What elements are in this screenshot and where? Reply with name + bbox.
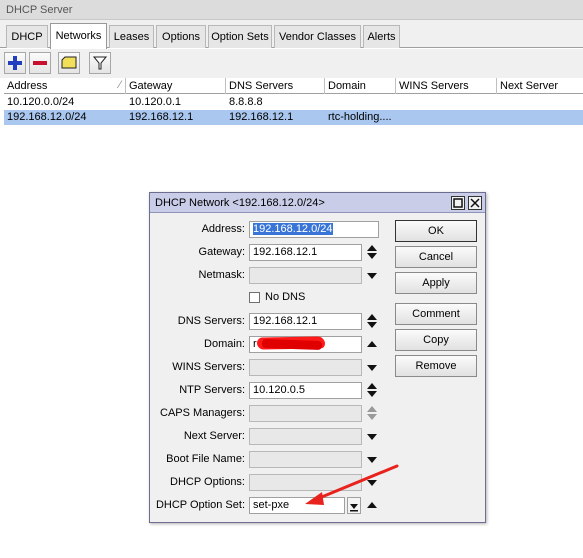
column-header-address[interactable]: Address ⁄: [4, 78, 126, 94]
dns-servers-updown-icon[interactable]: [366, 313, 378, 330]
address-label: Address:: [201, 223, 245, 235]
cancel-button[interactable]: Cancel: [395, 246, 477, 268]
ntp-servers-updown-icon[interactable]: [366, 382, 378, 399]
tab-option-sets[interactable]: Option Sets: [208, 25, 272, 48]
column-header-domain[interactable]: Domain: [325, 78, 396, 94]
add-button[interactable]: [4, 52, 26, 74]
dialog-title: DHCP Network <192.168.12.0/24>: [150, 193, 485, 213]
table-header: Address ⁄ Gateway DNS Servers Domain WINS…: [4, 78, 583, 94]
tab-leases[interactable]: Leases: [109, 25, 154, 48]
apply-button[interactable]: Apply: [395, 272, 477, 294]
comment-button[interactable]: Comment: [395, 303, 477, 325]
comment-button[interactable]: [58, 52, 80, 74]
column-header-next-server[interactable]: Next Server: [497, 78, 583, 94]
next-server-label: Next Server:: [183, 430, 245, 442]
toolbar: [0, 49, 583, 78]
dhcp-option-set-label: DHCP Option Set:: [155, 499, 245, 511]
copy-button[interactable]: Copy: [395, 329, 477, 351]
table-row-selected[interactable]: 192.168.12.0/24 192.168.12.1 192.168.12.…: [4, 110, 583, 125]
table-row[interactable]: 10.120.0.0/24 10.120.0.1 8.8.8.8: [4, 95, 583, 110]
no-dns-checkbox[interactable]: [249, 292, 260, 303]
sort-indicator-icon: ⁄: [119, 79, 121, 91]
filter-button[interactable]: [89, 52, 111, 74]
tab-options[interactable]: Options: [156, 25, 206, 48]
remove-icon: [33, 61, 47, 65]
no-dns-label: No DNS: [265, 291, 306, 303]
domain-up-icon[interactable]: [366, 336, 378, 353]
column-header-dns-servers[interactable]: DNS Servers: [226, 78, 325, 94]
ntp-servers-label: NTP Servers:: [179, 384, 245, 396]
annotation-arrow-icon: [305, 464, 399, 505]
dns-servers-field[interactable]: 192.168.12.1: [249, 313, 362, 330]
wins-servers-label: WINS Servers:: [172, 361, 245, 373]
remove-button[interactable]: [29, 52, 51, 74]
column-header-gateway[interactable]: Gateway: [126, 78, 226, 94]
wins-servers-field[interactable]: [249, 359, 362, 376]
dhcp-options-label: DHCP Options:: [170, 476, 245, 488]
next-server-dropdown-icon[interactable]: [366, 428, 378, 445]
tab-networks[interactable]: Networks: [50, 23, 107, 49]
gateway-updown-icon[interactable]: [366, 244, 378, 261]
address-field[interactable]: 192.168.12.0/24: [249, 221, 379, 238]
tab-bar: DHCP Networks Leases Options Option Sets…: [0, 20, 583, 49]
add-icon: [8, 56, 22, 70]
cell-domain: rtc-holding....: [328, 111, 392, 123]
window-title: DHCP Server: [0, 0, 583, 20]
ok-button[interactable]: OK: [395, 220, 477, 242]
tab-vendor-classes[interactable]: Vendor Classes: [274, 25, 361, 48]
caps-managers-updown-icon[interactable]: [366, 405, 378, 422]
tab-dhcp[interactable]: DHCP: [6, 25, 48, 48]
dns-servers-label: DNS Servers:: [177, 315, 245, 327]
ntp-servers-field[interactable]: 10.120.0.5: [249, 382, 362, 399]
netmask-label: Netmask:: [198, 269, 245, 281]
filter-icon: [93, 56, 107, 70]
column-header-wins-servers[interactable]: WINS Servers: [396, 78, 497, 94]
maximize-button[interactable]: [451, 196, 465, 210]
cell-gateway: 192.168.12.1: [129, 111, 194, 123]
boot-file-name-label: Boot File Name:: [166, 453, 245, 465]
close-icon: [470, 198, 480, 208]
netmask-dropdown-icon[interactable]: [366, 267, 378, 284]
netmask-field[interactable]: [249, 267, 362, 284]
maximize-icon: [453, 198, 463, 208]
gateway-label: Gateway:: [198, 246, 245, 258]
cell-domain: [325, 95, 396, 110]
gateway-field[interactable]: 192.168.12.1: [249, 244, 362, 261]
remove-button[interactable]: Remove: [395, 355, 477, 377]
caps-managers-field[interactable]: [249, 405, 362, 422]
next-server-field[interactable]: [249, 428, 362, 445]
close-button[interactable]: [468, 196, 482, 210]
caps-managers-label: CAPS Managers:: [160, 407, 245, 419]
comment-icon: [61, 56, 77, 69]
tab-alerts[interactable]: Alerts: [363, 25, 400, 48]
domain-label: Domain:: [204, 338, 245, 350]
cell-address: 192.168.12.0/24: [7, 111, 87, 123]
cell-dns-servers: 8.8.8.8: [229, 96, 263, 108]
cell-dns-servers: 192.168.12.1: [229, 111, 294, 123]
wins-servers-dropdown-icon[interactable]: [366, 359, 378, 376]
cell-gateway: 10.120.0.1: [129, 96, 181, 108]
cell-address: 10.120.0.0/24: [7, 96, 75, 108]
